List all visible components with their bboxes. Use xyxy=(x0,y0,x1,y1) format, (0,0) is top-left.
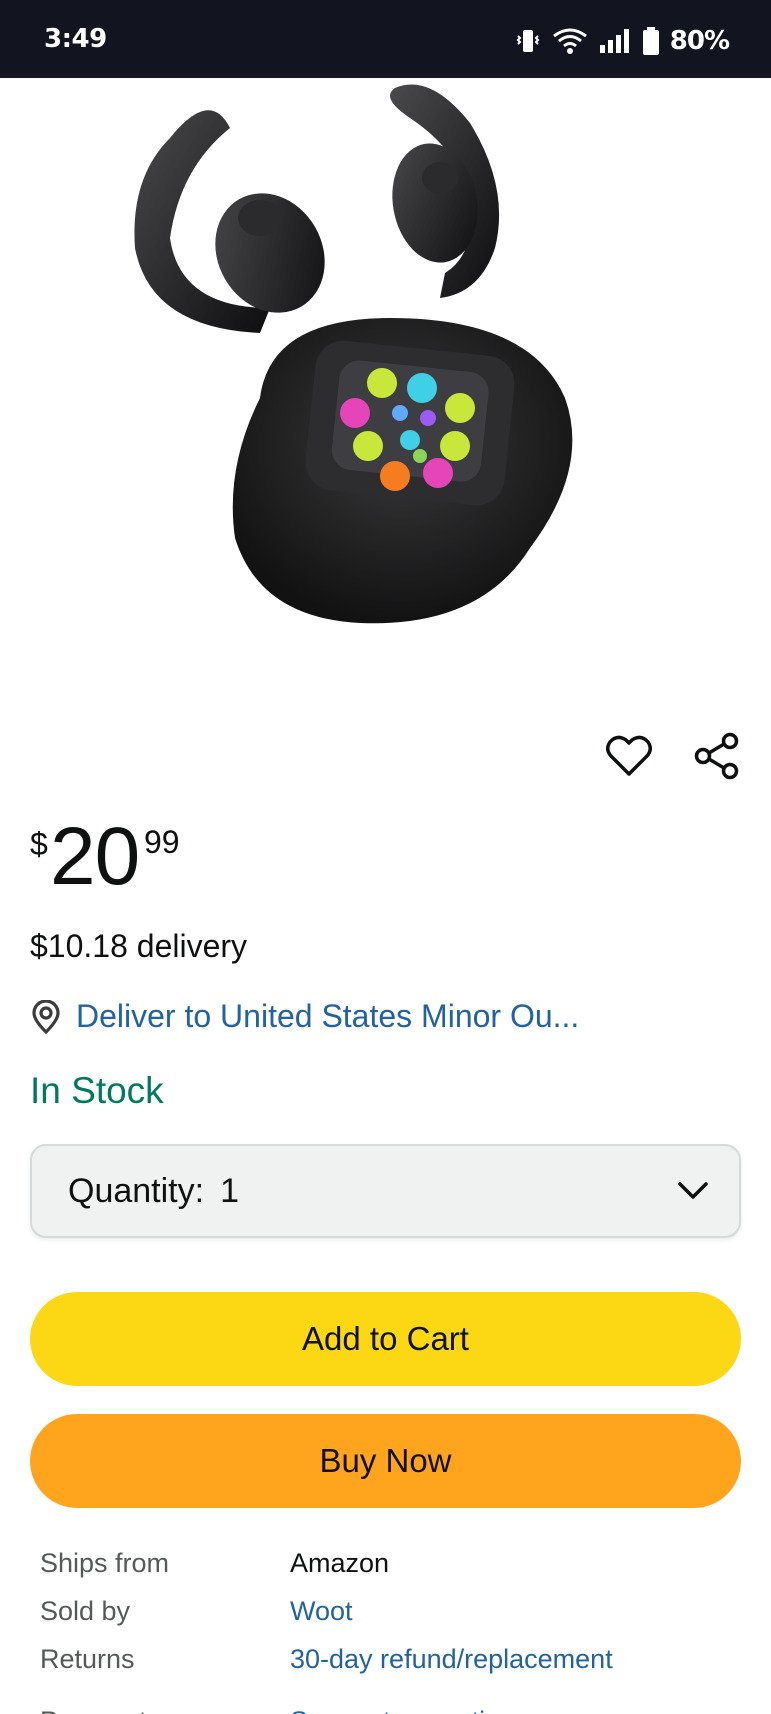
add-to-cart-button[interactable]: Add to Cart xyxy=(30,1292,741,1386)
wishlist-heart-icon[interactable] xyxy=(605,732,653,780)
stock-status: In Stock xyxy=(30,1070,164,1111)
seller-link[interactable]: Woot xyxy=(290,1596,353,1627)
detail-key: Returns xyxy=(40,1644,135,1674)
buy-now-button[interactable]: Buy Now xyxy=(30,1414,741,1508)
battery-percent: 80% xyxy=(669,26,730,56)
status-bar: 3:49 80% xyxy=(0,0,771,78)
status-time: 3:49 xyxy=(44,24,107,54)
detail-key: Ships from xyxy=(40,1548,170,1578)
detail-row-sold-by: Sold by Woot xyxy=(40,1592,740,1640)
location-pin-icon xyxy=(32,999,60,1034)
product-actions xyxy=(605,732,741,780)
quantity-select[interactable]: Quantity: 1 xyxy=(30,1144,741,1238)
battery-icon xyxy=(642,27,659,55)
price-currency: $ xyxy=(30,826,48,862)
detail-value: Amazon xyxy=(290,1548,390,1578)
quantity-value: 1 xyxy=(220,1171,239,1210)
quantity-label: Quantity: xyxy=(68,1171,205,1210)
seller-details: Ships from Amazon Sold by Woot Returns 3… xyxy=(40,1544,740,1714)
delivery-fee: $10.18 delivery xyxy=(30,928,248,964)
share-icon[interactable] xyxy=(693,732,741,780)
detail-key: Sold by xyxy=(40,1596,131,1626)
status-icons: 80% xyxy=(514,24,730,58)
deliver-to-link[interactable]: Deliver to United States Minor Ou... xyxy=(30,998,579,1035)
detail-row-ships-from: Ships from Amazon xyxy=(40,1544,740,1592)
chevron-down-icon xyxy=(678,1182,708,1199)
price-fraction: 99 xyxy=(144,824,180,860)
detail-row-payment: Payment Secure transaction xyxy=(40,1688,740,1714)
vibrate-icon xyxy=(516,30,540,52)
returns-link[interactable]: 30-day refund/replacement xyxy=(290,1644,613,1675)
wifi-icon xyxy=(552,28,587,54)
payment-link[interactable]: Secure transaction xyxy=(290,1706,515,1714)
detail-key: Payment xyxy=(40,1706,147,1714)
signal-icon xyxy=(599,29,629,53)
detail-row-returns: Returns 30-day refund/replacement xyxy=(40,1640,740,1688)
product-image[interactable] xyxy=(110,78,650,648)
price-whole: 20 xyxy=(50,811,140,902)
deliver-to-text: Deliver to United States Minor Ou... xyxy=(76,998,580,1034)
